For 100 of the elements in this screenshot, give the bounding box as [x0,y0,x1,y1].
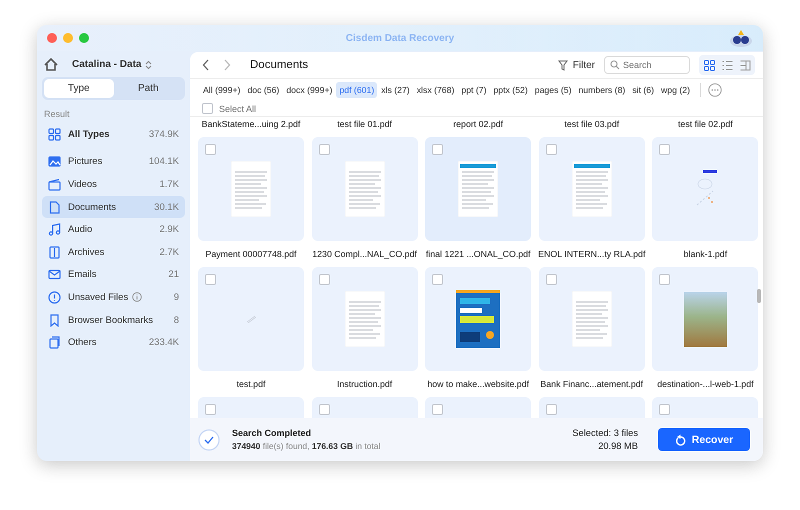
checkbox[interactable] [659,144,670,155]
category-count: 104.1K [148,156,179,168]
category-label: Pictures [68,156,102,168]
selected-count: Selected: 3 files [572,428,638,438]
file-type-tab[interactable]: sit (6) [629,82,658,98]
checkbox[interactable] [546,144,557,155]
checkbox[interactable] [318,274,330,285]
avatar-icon[interactable] [729,28,753,48]
up-down-chevron-icon[interactable] [145,60,152,70]
category-label: Others [68,337,97,348]
category-label: Videos [68,178,97,190]
document-thumbnail [458,161,498,217]
close-button[interactable] [47,33,57,43]
file-name: 1230 Compl...NAL_CO.pdf [312,248,417,261]
category-item[interactable]: Others 233.4K [42,331,185,354]
file-name: test file 03.pdf [563,118,620,131]
category-item[interactable]: Unsaved Files 9 [42,286,185,309]
file-type-tab[interactable]: wpg (2) [658,82,693,98]
picture-icon [48,155,61,168]
checkbox[interactable] [205,144,216,155]
music-note-icon [48,223,61,236]
checkbox[interactable] [546,274,557,285]
category-label: Browser Bookmarks [68,314,153,326]
checkbox[interactable] [659,404,670,415]
checkbox[interactable] [318,404,330,415]
checkbox[interactable] [432,274,444,285]
document-thumbnail [572,291,612,347]
info-icon[interactable] [132,292,142,302]
more-icon[interactable] [708,83,722,97]
checkbox[interactable] [659,274,670,285]
filter-icon [558,60,569,70]
file-name: Bank Financ...atement.pdf [540,378,644,391]
category-item[interactable]: Documents 30.1K [42,196,185,218]
back-icon[interactable] [202,59,210,71]
category-count: 30.1K [154,202,179,213]
category-label: Audio [68,224,92,236]
document-icon [48,200,61,214]
file-name: BankStateme...uing 2.pdf [200,118,302,131]
file-type-tab[interactable]: pptx (52) [490,82,531,98]
recover-button[interactable]: Recover [658,428,750,451]
status-summary: 374940 file(s) found, 176.63 GB in total [232,441,380,451]
search-icon [610,60,620,70]
file-card[interactable] [425,267,532,371]
document-thumbnail [572,161,612,217]
file-type-tab[interactable]: docx (999+) [283,82,336,98]
category-item[interactable]: Browser Bookmarks 8 [42,308,185,332]
category-item[interactable]: Archives 2.7K [42,240,185,264]
view-tab[interactable]: Type [44,79,114,98]
search-field[interactable]: Search [604,56,690,74]
file-name: Payment 00007748.pdf [206,248,296,261]
file-type-tab[interactable]: pdf (601) [336,82,378,98]
file-type-tab[interactable]: ppt (7) [458,82,490,98]
minimize-button[interactable] [63,33,73,43]
blank-file-icon [246,315,256,323]
category-label: All Types [68,128,110,140]
exclamation-icon [48,290,61,304]
category-count: 2.9K [159,224,179,236]
filter-button[interactable]: Filter [558,60,595,70]
zoom-button[interactable] [79,33,89,43]
category-count: 9 [174,292,179,303]
drive-selector[interactable]: Catalina - Data [72,59,142,70]
checkbox[interactable] [205,274,216,285]
file-name: report 02.pdf [452,118,504,131]
category-count: 8 [174,314,179,326]
grid-icon [704,60,714,70]
document-thumbnail [344,161,385,217]
checkbox[interactable] [202,103,213,114]
grid-icon [48,128,61,141]
category-count: 2.7K [159,246,179,258]
checkbox[interactable] [432,144,444,155]
checkbox[interactable] [546,404,557,415]
file-type-tab[interactable]: All (999+) [200,82,244,98]
file-type-tab[interactable]: xls (27) [378,82,413,98]
forward-icon[interactable] [223,59,231,71]
scrollbar-thumb[interactable] [757,289,761,303]
checkbox[interactable] [205,404,216,415]
file-name: destination-...l-web-1.pdf [657,378,754,391]
category-count: 21 [168,269,179,280]
category-item[interactable]: Emails 21 [42,264,185,286]
file-card[interactable] [652,267,758,371]
home-icon[interactable] [44,58,58,71]
file-name: how to make...website.pdf [427,378,530,391]
category-label: Emails [68,269,97,280]
columns-icon [740,60,750,70]
file-type-tab[interactable]: doc (56) [244,82,282,98]
file-type-tab[interactable]: numbers (8) [575,82,628,98]
checkbox[interactable] [432,404,444,415]
envelope-icon [48,268,61,282]
category-item[interactable]: All Types 374.9K [42,123,185,146]
checkbox[interactable] [318,144,330,155]
file-name: final 1221 ...ONAL_CO.pdf [426,248,531,261]
photo-placeholder [684,292,727,346]
category-count: 374.9K [148,128,179,140]
category-label: Archives [68,246,104,258]
category-item[interactable]: Videos 1.7K [42,173,185,196]
file-type-tab[interactable]: xlsx (768) [414,82,458,98]
file-type-tab[interactable]: pages (5) [532,82,574,98]
category-item[interactable]: Pictures 104.1K [42,150,185,174]
category-item[interactable]: Audio 2.9K [42,218,185,241]
view-tab[interactable]: Path [114,79,183,98]
